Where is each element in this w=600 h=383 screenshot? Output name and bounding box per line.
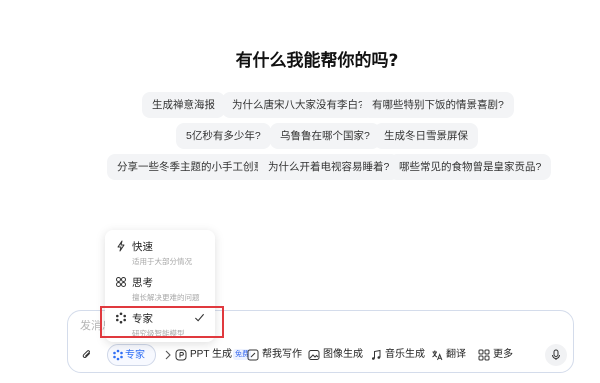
expert-icon (113, 349, 123, 361)
mode-option-think[interactable]: 思考 擅长解决更难的问题 (105, 272, 215, 306)
mode-option-label: 快速 (132, 241, 153, 253)
mode-option-desc: 适用于大部分情况 (132, 257, 192, 266)
more-button[interactable]: 更多 (478, 344, 520, 366)
mode-option-fast[interactable]: 快速 适用于大部分情况 (105, 236, 215, 270)
attach-button[interactable] (79, 344, 95, 366)
mode-option-desc: 擅长解决更难的问题 (132, 293, 200, 302)
translate-icon (432, 350, 443, 361)
suggestion-chip[interactable]: 5亿秒有多少年? (176, 123, 271, 149)
ppt-icon (175, 349, 187, 361)
paperclip-icon (82, 350, 90, 358)
writing-button[interactable]: 帮我写作 (247, 344, 305, 366)
microphone-icon (552, 349, 560, 360)
suggestion-chip[interactable]: 有哪些特别下饭的情景喜剧? (362, 92, 514, 118)
grid-icon (478, 349, 490, 361)
suggestion-chip[interactable]: 分享一些冬季主题的小手工创意 (107, 154, 274, 180)
music-generate-button[interactable]: 音乐生成 (370, 344, 428, 366)
suggestion-chip[interactable]: 为什么唐宋八大家没有李白? (222, 92, 374, 118)
translate-button[interactable]: 翻译 (431, 344, 473, 366)
pen-icon (247, 349, 259, 361)
think-icon (115, 276, 127, 288)
suggestion-chip[interactable]: 生成冬日雪景屏保 (374, 123, 478, 149)
image-generate-label: 图像生成 (323, 349, 363, 360)
image-generate-button[interactable]: 图像生成 (308, 344, 366, 366)
image-icon (308, 350, 320, 360)
mode-option-label: 思考 (132, 277, 153, 289)
more-label: 更多 (493, 349, 513, 360)
mode-selector-label: 专家 (125, 350, 145, 361)
translate-label: 翻译 (446, 349, 466, 360)
voice-input-button[interactable] (545, 344, 567, 366)
music-generate-label: 音乐生成 (385, 349, 425, 360)
music-note-icon (372, 349, 381, 360)
chevron-right-icon (165, 350, 171, 360)
page-title: 有什么我能帮你的吗? (235, 51, 399, 71)
ppt-generate-label: PPT 生成 (190, 349, 233, 360)
lightning-icon (115, 240, 127, 252)
mode-selector-button[interactable]: 专家 (107, 344, 156, 366)
mode-chevron[interactable] (162, 344, 172, 366)
suggestion-chip[interactable]: 生成禅意海报 (142, 92, 225, 118)
suggestion-chip[interactable]: 哪些常见的食物曾是皇家贡品? (389, 154, 552, 180)
suggestion-chip[interactable]: 为什么开着电视容易睡着? (258, 154, 400, 180)
writing-label: 帮我写作 (262, 349, 302, 360)
annotation-highlight-box (100, 306, 224, 338)
suggestion-chip[interactable]: 乌鲁鲁在哪个国家? (270, 123, 380, 149)
